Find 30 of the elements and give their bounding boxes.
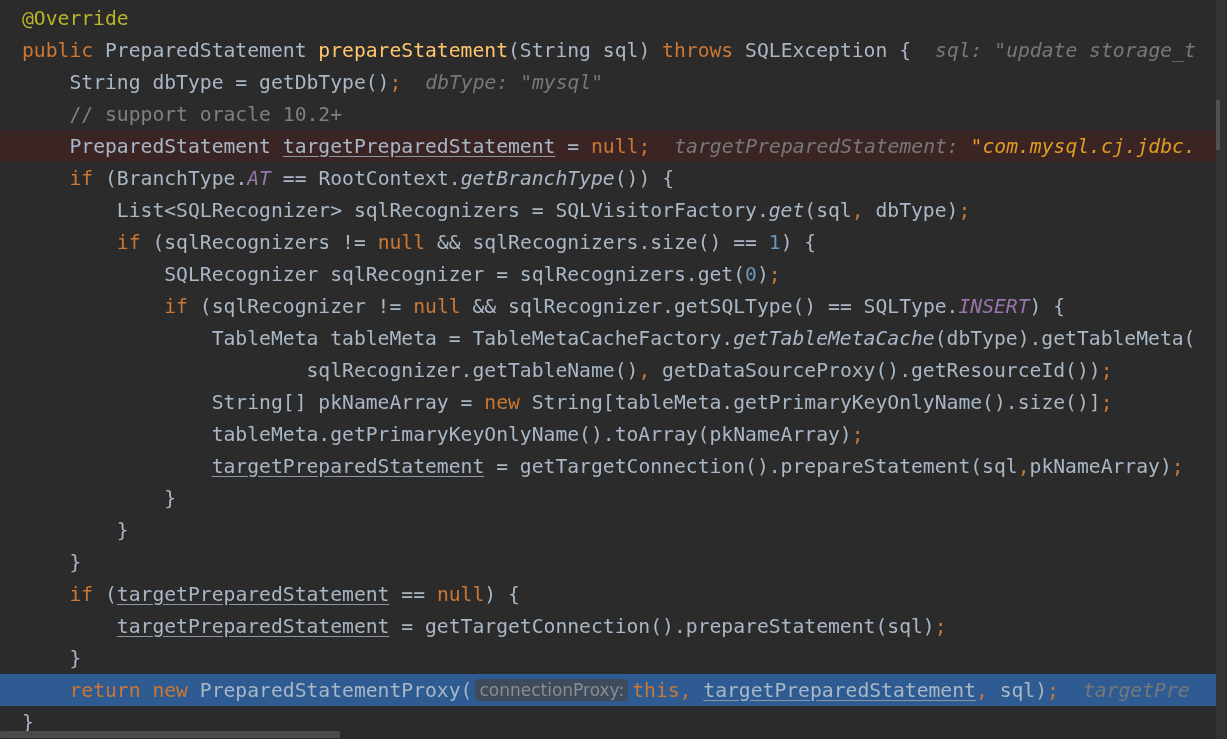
code-line: String dbType = getDbType(); [68, 70, 402, 94]
code-line: } [68, 550, 82, 574]
code-line: targetPreparedStatement = getTargetConnection().prepareStatement(sql,pkNameArray); [210, 454, 1184, 478]
code-line: if (sqlRecognizers != null && sqlRecognizers.size() == 1) { [115, 230, 817, 254]
code-line: this, targetPreparedStatement, sql); [632, 678, 1059, 702]
code-line: // support oracle 10.2+ [68, 102, 343, 126]
code-line: TableMeta tableMeta = TableMetaCacheFactory.getTableMetaCache(dbType).getTableMeta( [210, 326, 1196, 350]
code-line: if (targetPreparedStatement == null) { [68, 582, 520, 606]
code-line: } [163, 486, 177, 510]
debug-value-hint: sql: "update storage_t [935, 38, 1196, 62]
code-line: if (sqlRecognizer != null && sqlRecognizer.getSQLType() == SQLType.INSERT) { [163, 294, 1066, 318]
parameter-hint: connectionProxy: [475, 679, 629, 701]
code-line: tableMeta.getPrimaryKeyOnlyName().toArray(pkNameArray); [210, 422, 864, 446]
code-line: public PreparedStatement prepareStatement(String sql) throws SQLException { [22, 38, 912, 62]
code-line: sqlRecognizer.getTableName(), getDataSourceProxy().getResourceId()); [305, 358, 1113, 382]
code-line: PreparedStatement targetPreparedStatement = null; [68, 134, 651, 158]
code-line: } [68, 646, 82, 670]
code-line: String[] pkNameArray = new String[tableMeta.getPrimaryKeyOnlyName().size()]; [210, 390, 1113, 414]
debug-value-hint: targetPreparedStatement: [674, 134, 960, 158]
code-line: } [115, 518, 129, 542]
code-line: SQLRecognizer sqlRecognizer = sqlRecognizers.get(0); [163, 262, 781, 286]
code-line: targetPreparedStatement = getTargetConnection().prepareStatement(sql); [115, 614, 947, 638]
debug-value-hint: "com.mysql.cj.jdbc. [970, 134, 1196, 158]
code-line: @Override [22, 6, 129, 30]
scrollbar-thumb[interactable] [0, 731, 340, 738]
debug-value-hint: targetPre [1082, 678, 1190, 702]
debug-value-hint: dbType: "mysql" [425, 70, 604, 94]
code-line: if (BranchType.AT == RootContext.getBranchType()) { [68, 166, 674, 190]
code-line: List<SQLRecognizer> sqlRecognizers = SQLVisitorFactory.get(sql, dbType); [115, 198, 971, 222]
code-line: return new PreparedStatementProxy( [68, 678, 473, 702]
